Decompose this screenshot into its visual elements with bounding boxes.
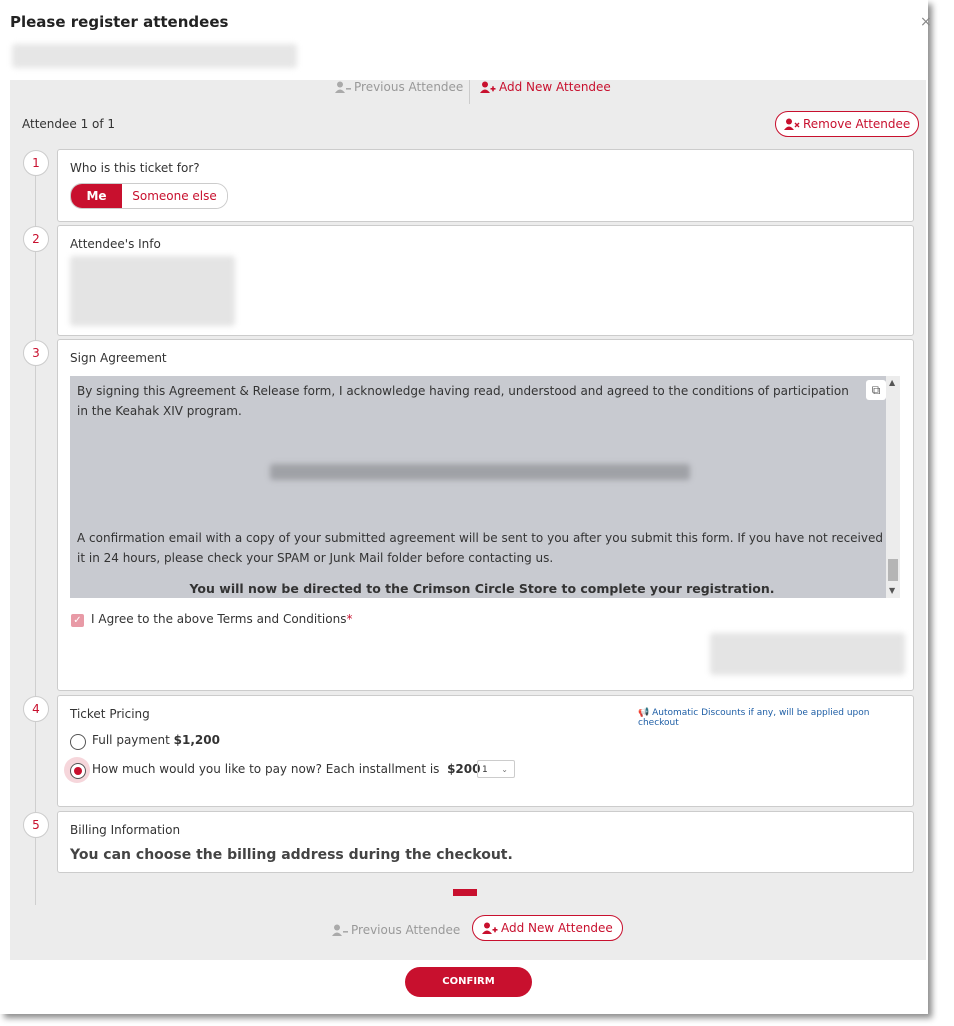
option-me-button[interactable]: Me [71,184,122,208]
chevron-down-icon: ⌄ [501,765,508,774]
agree-checkbox[interactable]: ✓ [71,614,84,627]
progress-indicator [453,889,477,896]
installment-amount: $200 [447,762,481,776]
user-minus-icon [335,81,351,94]
discount-note: 📢 Automatic Discounts if any, will be ap… [638,708,913,728]
scroll-down-arrow-icon[interactable]: ▼ [889,586,895,595]
scroll-thumb[interactable] [888,559,898,581]
user-minus-icon [332,924,348,937]
step-number-3: 3 [23,340,49,366]
register-modal: Please register attendees × Previous Att… [0,0,932,1014]
agree-checkbox-label: I Agree to the above Terms and Condition… [91,612,352,626]
installment-radio-dot [74,767,82,775]
step-number-5: 5 [23,812,49,838]
step-number-2: 2 [23,226,49,252]
agreement-scrollbar[interactable]: ▲ ▼ [886,376,900,598]
nav-divider [469,80,470,104]
installment-radio[interactable] [70,763,86,779]
installment-count-select[interactable]: 1 ⌄ [477,760,515,778]
installment-count-value: 1 [482,765,488,775]
full-payment-text: Full payment [92,733,170,747]
close-icon[interactable]: × [920,14,932,30]
agreement-paragraph-3: You will now be directed to the Crimson … [189,581,775,596]
ticket-for-card: Who is this ticket for? Me Someone else [57,149,914,222]
attendee-info-card: Attendee's Info [57,225,914,336]
billing-info-title: Billing Information [70,823,181,837]
add-new-attendee-button-bottom[interactable]: Add New Attendee [472,915,623,941]
previous-attendee-button-bottom[interactable]: Previous Attendee [332,923,460,937]
billing-info-message: You can choose the billing address durin… [70,847,513,863]
step-timeline [35,160,36,905]
top-attendee-nav: Previous Attendee Add New Attendee [10,80,926,104]
agreement-paragraph-2: A confirmation email with a copy of your… [77,531,883,565]
bottom-attendee-nav: Previous Attendee Add New Attendee [10,914,926,941]
step-number-4: 4 [23,696,49,722]
discount-note-text: Automatic Discounts if any, will be appl… [638,708,870,728]
billing-info-card: Billing Information You can choose the b… [57,811,914,873]
ticket-pricing-card: Ticket Pricing 📢 Automatic Discounts if … [57,695,914,807]
sign-agreement-title: Sign Agreement [70,351,167,365]
ticket-pricing-title: Ticket Pricing [70,707,150,721]
add-new-attendee-label: Add New Attendee [499,80,611,94]
full-payment-label: Full payment $1,200 [92,733,220,747]
remove-attendee-button[interactable]: Remove Attendee [775,111,920,137]
sign-agreement-card: Sign Agreement By signing this Agreement… [57,339,914,691]
agreement-text-box[interactable]: By signing this Agreement & Release form… [70,376,900,598]
previous-attendee-button[interactable]: Previous Attendee [335,80,463,94]
event-name-redacted [12,44,297,68]
external-link-icon[interactable]: ⧉ [866,380,886,400]
step-number-1: 1 [23,150,49,176]
required-mark: * [346,612,353,626]
installment-label: How much would you like to pay now? Each… [92,762,480,776]
modal-title: Please register attendees [10,13,229,31]
previous-attendee-label: Previous Attendee [354,80,464,94]
option-someone-else-button[interactable]: Someone else [122,184,227,208]
remove-attendee-label: Remove Attendee [803,117,911,131]
previous-attendee-label-bottom: Previous Attendee [351,923,461,937]
scroll-up-arrow-icon[interactable]: ▲ [889,378,895,387]
signature-redacted [710,633,905,675]
add-new-attendee-label-bottom: Add New Attendee [501,921,613,935]
user-plus-icon [482,922,498,935]
user-remove-icon [784,118,800,131]
confirm-button[interactable]: CONFIRM [405,967,532,997]
attendee-count: Attendee 1 of 1 [22,117,116,131]
agreement-paragraph-1: By signing this Agreement & Release form… [77,384,849,418]
attendee-info-title: Attendee's Info [70,237,161,251]
installment-text: How much would you like to pay now? Each… [92,762,440,776]
ticket-for-title: Who is this ticket for? [70,161,200,175]
user-plus-icon [480,81,496,94]
agree-label-text: I Agree to the above Terms and Condition… [91,612,347,626]
attendee-panel: Previous Attendee Add New Attendee Atten… [10,80,926,960]
megaphone-icon: 📢 [638,708,650,718]
ticket-for-toggle: Me Someone else [70,183,228,209]
agreement-redacted-line [270,464,690,480]
full-payment-radio[interactable] [70,734,86,750]
full-payment-amount: $1,200 [173,733,220,747]
add-new-attendee-button[interactable]: Add New Attendee [480,80,611,94]
attendee-info-redacted [70,256,235,326]
